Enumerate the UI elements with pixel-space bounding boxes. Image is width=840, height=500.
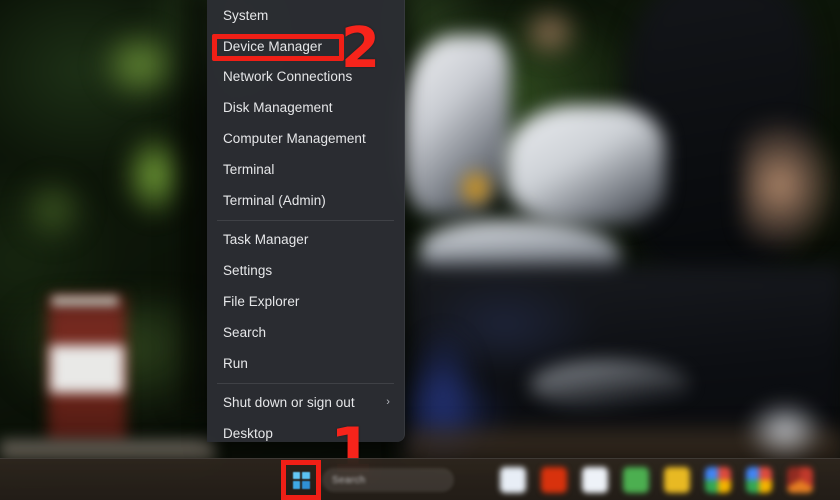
menu-item-search[interactable]: Search [207, 317, 404, 348]
taskbar-center-group: Search [281, 459, 454, 500]
taskbar-search-placeholder: Search [332, 474, 366, 486]
chevron-right-icon: › [386, 396, 390, 409]
menu-item-shut-down-or-sign-out[interactable]: Shut down or sign out › [207, 388, 404, 419]
menu-item-label: Disk Management [223, 100, 333, 116]
menu-item-computer-management[interactable]: Computer Management [207, 123, 404, 154]
taskbar-icon-8[interactable] [787, 467, 813, 493]
windows-logo-pane-1 [292, 471, 301, 480]
taskbar-pinned-icons [500, 459, 813, 500]
wallpaper-bike-exhaust [530, 360, 690, 410]
start-button[interactable] [281, 460, 321, 500]
wallpaper-foliage-3 [18, 175, 88, 245]
menu-item-settings[interactable]: Settings [207, 255, 404, 286]
taskbar-search-box[interactable]: Search [322, 468, 454, 492]
wallpaper-rider-leg [742, 120, 837, 250]
wallpaper-bike-fairing-2 [505, 105, 665, 225]
taskbar-icon-7[interactable] [746, 467, 772, 493]
menu-separator-2 [217, 382, 394, 384]
desktop-wallpaper [0, 0, 840, 500]
menu-item-label: Settings [223, 263, 273, 279]
menu-item-label: Computer Management [223, 131, 366, 147]
menu-item-label: Task Manager [223, 232, 309, 248]
menu-item-terminal[interactable]: Terminal [207, 154, 404, 185]
menu-item-label: File Explorer [223, 294, 300, 310]
wallpaper-post-cap [52, 296, 118, 306]
menu-item-terminal-admin[interactable]: Terminal (Admin) [207, 185, 404, 216]
menu-item-label: Search [223, 324, 267, 340]
screen: System Device Manager Network Connection… [0, 0, 840, 500]
windows-logo-icon [292, 471, 310, 489]
windows-logo-pane-2 [301, 471, 310, 480]
menu-item-desktop[interactable]: Desktop [207, 418, 404, 449]
menu-item-label: Terminal [223, 161, 275, 177]
windows-logo-pane-3 [292, 480, 301, 489]
taskbar-icon-1[interactable] [500, 467, 526, 493]
menu-item-run[interactable]: Run [207, 348, 404, 379]
taskbar-icon-5[interactable] [664, 467, 690, 493]
wallpaper-rider-shoe [745, 400, 825, 460]
menu-item-file-explorer[interactable]: File Explorer [207, 286, 404, 317]
menu-item-label: Shut down or sign out [223, 395, 355, 411]
menu-item-label: Terminal (Admin) [223, 192, 326, 208]
menu-item-label: Run [223, 355, 248, 371]
taskbar-icon-4[interactable] [623, 467, 649, 493]
menu-item-task-manager[interactable]: Task Manager [207, 225, 404, 256]
taskbar-icon-2[interactable] [541, 467, 567, 493]
wallpaper-turn-signal [455, 165, 497, 211]
annotation-step-2: 2 [341, 16, 380, 81]
menu-separator-1 [217, 219, 394, 221]
wallpaper-post-label [50, 345, 124, 393]
menu-item-disk-management[interactable]: Disk Management [207, 92, 404, 123]
taskbar-icon-3[interactable] [582, 467, 608, 493]
wallpaper-rider-arm [520, 5, 580, 60]
windows-logo-pane-4 [301, 480, 310, 489]
taskbar: Search [0, 458, 840, 500]
taskbar-icon-6[interactable] [705, 467, 731, 493]
